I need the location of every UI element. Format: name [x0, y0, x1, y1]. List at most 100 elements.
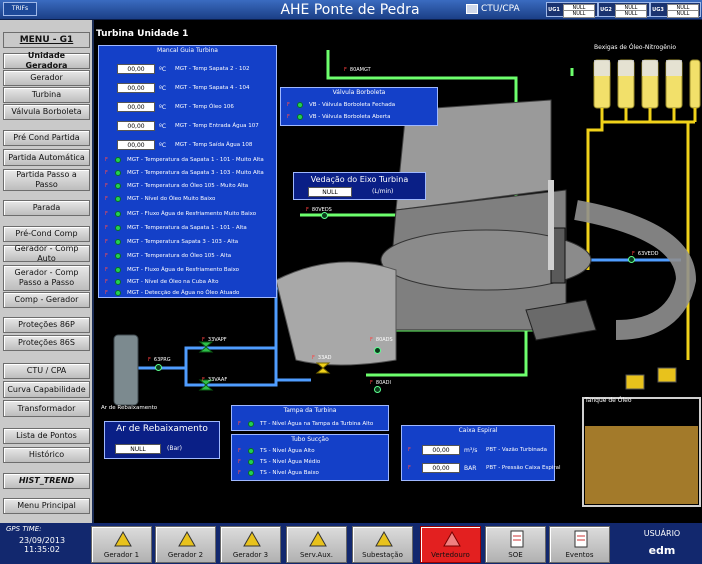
- alarm-row: F MGT - Temperatura da Sapata 1 - 101 - M…: [105, 157, 264, 163]
- status-row: F TT - Nível Água na Tampa da Turbina Alt…: [238, 421, 374, 427]
- sensor-80ads[interactable]: [374, 347, 381, 354]
- status-row: F TS - Nível Água Baixo: [238, 470, 319, 476]
- nav-gerador-2[interactable]: Gerador 2: [155, 526, 216, 563]
- analog-row: F 00,00 BAR PBT - Pressão Caixa Espiral: [408, 463, 561, 473]
- menu-item-protecoes-86p[interactable]: Proteções 86P: [3, 317, 90, 333]
- menu-item-pre-cond-partida[interactable]: Pré Cond Partida: [3, 130, 90, 146]
- status-led: [115, 183, 121, 189]
- vedacao-value: NULL: [308, 187, 352, 197]
- status-led: [115, 239, 121, 245]
- document-icon: [510, 530, 524, 548]
- sensor-80veds[interactable]: [321, 212, 328, 219]
- user-info: USUÁRIO edm: [622, 525, 702, 563]
- gps-clock: GPS TIME: 23/09/2013 11:35:02: [6, 525, 66, 554]
- analog-row: 00,00 ºC MGT - Temp Entrada Água 107: [117, 120, 259, 132]
- menu-item-unidade-geradora[interactable]: Unidade Geradora: [3, 51, 90, 70]
- sensor-63prg[interactable]: [155, 364, 162, 371]
- oil-pump-1: [625, 374, 645, 390]
- menu-item-menu-principal[interactable]: Menu Principal: [3, 498, 90, 514]
- tag-80veds: F 80VEDS: [306, 207, 332, 213]
- tag-80adi: F 80ADI: [370, 380, 391, 386]
- menu-item-gerador-comp-passo[interactable]: Gerador - Comp Passo a Passo: [3, 265, 90, 291]
- status-led: [297, 114, 303, 120]
- oil-pump-2: [657, 367, 677, 383]
- nav-eventos[interactable]: Eventos: [549, 526, 610, 563]
- nav-vertedouro[interactable]: Vertedouro: [420, 526, 481, 563]
- menu-item-curva-capabilidade[interactable]: Curva Capabilidade: [3, 381, 90, 398]
- ug1-status[interactable]: UG1 NULL NULL: [546, 2, 598, 18]
- status-led: [297, 102, 303, 108]
- status-led: [115, 279, 121, 285]
- menu-item-partida-automatica[interactable]: Partida Automática: [3, 149, 90, 166]
- status-led: [115, 157, 121, 163]
- menu-item-comp-gerador[interactable]: Comp - Gerador: [3, 292, 90, 308]
- turbine-illustration: [275, 99, 697, 366]
- tag-63vedd: F 63VEDD: [632, 251, 659, 257]
- tampa-panel: Tampa da Turbina F TT - Nível Água na Tam…: [231, 405, 389, 431]
- side-menu: MENU - G1 Unidade Geradora Gerador Turbi…: [0, 20, 94, 523]
- menu-item-hist-trend[interactable]: HIST_TREND: [3, 473, 90, 489]
- rebaixamento-value: NULL: [115, 444, 161, 454]
- alarm-row: F MGT - Temperatura do Óleo 105 - Alta: [105, 253, 232, 259]
- sensor-80adi[interactable]: [374, 386, 381, 393]
- menu-item-parada[interactable]: Parada: [3, 200, 90, 216]
- menu-title: MENU - G1: [3, 32, 90, 48]
- alarm-row: F MGT - Fluxo Água de Resfriamento Muito …: [105, 211, 257, 217]
- status-led: [115, 211, 121, 217]
- caixa-panel: Caixa Espiral F 00,00 m³/s PBT - Vazão Turb…: [401, 425, 561, 481]
- nav-gerador-1[interactable]: Gerador 1: [91, 526, 152, 563]
- company-logo: TRIFs: [3, 2, 37, 16]
- menu-item-pre-cond-comp[interactable]: Pré-Cond Comp: [3, 226, 90, 242]
- menu-item-historico[interactable]: Histórico: [3, 447, 90, 463]
- menu-item-gerador-comp-auto[interactable]: Gerador - Comp Auto: [3, 244, 90, 263]
- status-led: [248, 470, 254, 476]
- menu-item-turbina[interactable]: Turbina: [3, 87, 90, 103]
- oil-nitrogen-bottles: [593, 59, 701, 109]
- analog-row: 00,00 ºC MGT - Temp Sapata 4 - 104: [117, 82, 250, 94]
- generator-icon: [178, 530, 196, 547]
- menu-item-valvula-borboleta[interactable]: Válvula Borboleta: [3, 104, 90, 120]
- alarm-row: F MGT - Temperatura do Óleo 105 - Muito A…: [105, 183, 249, 189]
- status-led: [248, 459, 254, 465]
- analog-row: F 00,00 m³/s PBT - Vazão Turbinada: [408, 445, 548, 455]
- nav-soe[interactable]: SOE: [485, 526, 546, 563]
- bexigas-label: Bexigas de Óleo-Nitrogênio: [594, 44, 677, 51]
- ug2-status[interactable]: UG2 NULL NULL: [598, 2, 650, 18]
- alarm-row: F MGT - Nível do Óleo Muito Baixo: [105, 196, 216, 202]
- menu-item-lista-pontos[interactable]: Lista de Pontos: [3, 428, 90, 444]
- alarm-row: F MGT - Fluxo Água de Resfriamento Baixo: [105, 267, 240, 273]
- status-led: [115, 253, 121, 259]
- alarm-row: F MGT - Temperatura da Sapata 1 - 101 - A…: [105, 225, 247, 231]
- username: edm: [648, 544, 676, 557]
- alarm-row: F MGT - Detecção de Água no Óleo Atuado: [105, 290, 240, 296]
- status-led: [115, 170, 121, 176]
- valve-33ad[interactable]: [315, 362, 331, 374]
- status-led: [115, 196, 121, 202]
- tag-80amgt: F 80AMGT: [344, 67, 371, 73]
- menu-item-transformador[interactable]: Transformador: [3, 400, 90, 417]
- ug3-status[interactable]: UG3 NULL NULL: [650, 2, 701, 18]
- alarm-row: F MGT - Temperatura da Sapata 3 - 103 - M…: [105, 170, 264, 176]
- nav-gerador-3[interactable]: Gerador 3: [220, 526, 281, 563]
- nav-serv-aux[interactable]: Serv.Aux.: [286, 526, 347, 563]
- ctu-label[interactable]: CTU/CPA: [481, 3, 520, 16]
- air-tank: [113, 334, 139, 406]
- menu-item-ctu-cpa[interactable]: CTU / CPA: [3, 363, 90, 379]
- analog-row: 00,00 ºC MGT - Temp Óleo 106: [117, 101, 234, 113]
- status-led: [115, 225, 121, 231]
- tag-63prg: F 63PRG: [148, 357, 171, 363]
- analog-row: 00,00 ºC MGT - Temp Saída Água 108: [117, 139, 252, 151]
- spillway-icon: [443, 530, 461, 547]
- nav-subestacao[interactable]: Subestação: [352, 526, 413, 563]
- status-led: [248, 421, 254, 427]
- monitor-icon[interactable]: [466, 4, 478, 14]
- status-led: [115, 267, 121, 273]
- vedacao-panel: Vedação do Eixo Turbina NULL (L/min): [293, 172, 426, 200]
- sensor-63vedd[interactable]: [628, 256, 635, 263]
- generator-icon: [114, 530, 132, 547]
- menu-item-partida-passo[interactable]: Partida Passo a Passo: [3, 169, 90, 191]
- rebaixamento-panel: Ar de Rebaixamento NULL (Bar): [104, 421, 220, 459]
- tag-33ad: F 33AD: [312, 355, 332, 361]
- menu-item-gerador[interactable]: Gerador: [3, 70, 90, 86]
- menu-item-protecoes-86s[interactable]: Proteções 86S: [3, 335, 90, 351]
